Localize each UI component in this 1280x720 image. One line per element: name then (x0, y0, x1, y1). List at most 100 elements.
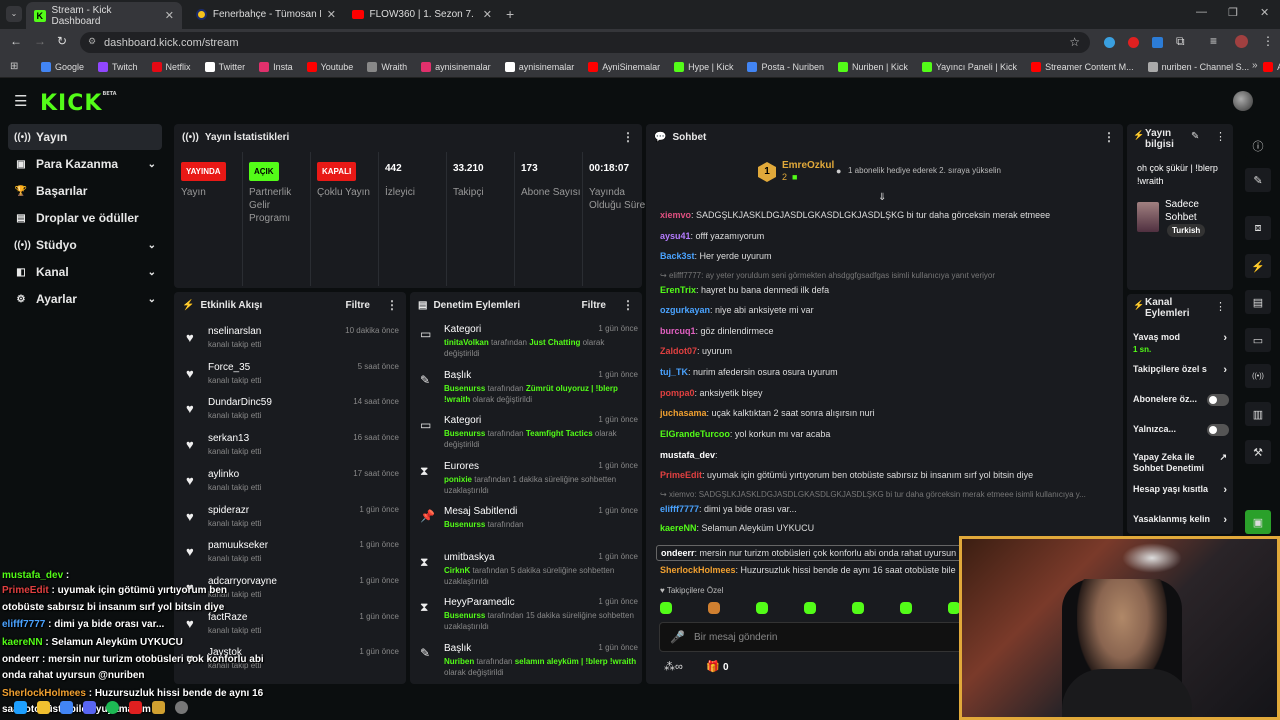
follower-name[interactable]: spiderazr (208, 505, 249, 516)
app-icon[interactable] (152, 700, 165, 714)
chevron-right-icon[interactable]: › (1223, 514, 1227, 526)
more-options-icon[interactable]: ⋮ (622, 130, 634, 144)
bookmark-star-icon[interactable]: ☆ (1069, 35, 1080, 49)
chat-message[interactable]: tuj_TK: nurim afedersin osura osura uyur… (660, 367, 838, 377)
list-item[interactable]: ♥ Force_35 kanalı takip etti 5 saat önce (184, 362, 399, 398)
follower-name[interactable]: aylinko (208, 469, 239, 480)
category-thumbnail[interactable] (1137, 202, 1159, 232)
sidebar-item[interactable]: ▤ Droplar ve ödüller (8, 205, 162, 231)
chat-message[interactable]: elifff7777: dimi ya bide orası var... (660, 504, 797, 514)
close-window-icon[interactable]: ✕ (1260, 6, 1269, 19)
chat-username[interactable]: ElGrandeTurcoo (660, 429, 730, 439)
chat-username[interactable]: elifff7777 (660, 504, 699, 514)
bookmark-item[interactable]: Youtube (300, 61, 361, 72)
url-field[interactable]: ⚙ dashboard.kick.com/stream ☆ (80, 32, 1090, 53)
layers-icon[interactable]: ▥ (1245, 402, 1271, 426)
chat-username[interactable]: burcuq1 (660, 326, 696, 336)
chat-message[interactable]: ErenTrix: hayret bu bana denmedi ilk def… (660, 285, 829, 295)
list-item[interactable]: ✎ Başlık 1 gün önce Busenurss tarafından Zü… (418, 370, 638, 416)
list-item[interactable]: ♥ nselinarslan kanalı takip etti 10 dakika … (184, 326, 399, 362)
more-options-icon[interactable]: ⋮ (622, 298, 634, 312)
minimize-icon[interactable]: — (1196, 6, 1207, 18)
chat-message[interactable]: ondeerr: mersin nur turizm otobüsleri ço… (656, 545, 962, 561)
chat-username[interactable]: ErenTrix (660, 285, 696, 295)
chat-username[interactable]: pompa0 (660, 388, 695, 398)
browser-menu-icon[interactable]: ⋮ (1262, 34, 1274, 48)
channel-action-row[interactable]: Yasaklanmış kelin › (1133, 514, 1229, 526)
channel-action-row[interactable]: Abonelere öz... (1133, 394, 1229, 406)
chat-message[interactable]: pompa0: anksiyetik bişey (660, 388, 763, 398)
bookmark-item[interactable]: Streamer Content M... (1024, 61, 1141, 72)
list-item[interactable]: ⧗ HeyyParamedic 1 gün önce Busenurss tarafı… (418, 597, 638, 643)
broadcast-icon[interactable]: ((•)) (1245, 364, 1271, 388)
tools-icon[interactable]: ⚒ (1245, 440, 1271, 464)
chat-message[interactable]: kaereNN: Selamun Aleyküm UYKUCU (660, 523, 814, 533)
chat-username[interactable]: Zaldot07 (660, 346, 697, 356)
chevron-right-icon[interactable]: › (1223, 364, 1227, 376)
bookmark-item[interactable]: Posta - Nuriben (740, 61, 831, 72)
chat-message[interactable]: Zaldot07: uyurum (660, 346, 732, 356)
moderator-name[interactable]: tinitaVolkan (444, 338, 489, 347)
kick-logo[interactable]: KICKBETA (40, 91, 117, 116)
apps-grid-icon[interactable]: ⊞ (10, 61, 18, 72)
moderator-name[interactable]: Busenurss (444, 611, 485, 620)
follower-name[interactable]: factRaze (208, 612, 247, 623)
tab-menu-button[interactable]: ⌄ (6, 6, 22, 22)
site-info-icon[interactable]: ⚙ (88, 36, 96, 47)
channel-action-row[interactable]: Yapay Zeka ile Sohbet Denetimi ↗ (1133, 452, 1229, 474)
list-item[interactable]: ⧗ umitbaskya 1 gün önce CirknK tarafından 5… (418, 552, 638, 598)
chevron-down-icon[interactable]: ⌄ (148, 240, 156, 251)
category-name[interactable]: Sadece Sohbet (1165, 198, 1227, 224)
chat-username[interactable]: ondeerr (661, 548, 695, 558)
list-item[interactable]: ▭ Kategori 1 gün önce Busenurss tarafından … (418, 415, 638, 461)
tab-close-icon[interactable]: ✕ (327, 8, 336, 21)
lightning-icon[interactable]: ⚡ (1245, 254, 1271, 278)
browser-icon[interactable] (60, 700, 73, 714)
external-link-icon[interactable]: ↗ (1219, 452, 1227, 463)
moderator-name[interactable]: Busenurss (444, 384, 485, 393)
bookmark-item[interactable]: Wraith (360, 61, 414, 72)
moderator-name[interactable]: ponixie (444, 475, 472, 484)
chevron-right-icon[interactable]: › (1223, 484, 1227, 496)
scroll-down-icon[interactable]: ⇓ (878, 192, 886, 203)
chevron-down-icon[interactable]: ⌄ (148, 294, 156, 305)
list-item[interactable]: ♥ serkan13 kanalı takip etti 16 saat önce (184, 433, 399, 469)
chat-username[interactable]: PrimeEdit (660, 470, 702, 480)
all-bookmarks-icon[interactable]: » (1252, 60, 1258, 71)
discord-icon[interactable] (83, 700, 96, 714)
browser-tab[interactable]: Fenerbahçe - Tümosan Konyaspor ✕ (188, 4, 344, 25)
more-options-icon[interactable]: ⋮ (1215, 130, 1226, 143)
list-item[interactable]: ♥ spiderazr kanalı takip etti 1 gün önce (184, 505, 399, 541)
chat-username[interactable]: kaereNN (660, 523, 697, 533)
bookmark-item[interactable]: Nuriben | Kick (831, 61, 915, 72)
chat-message[interactable]: burcuq1: göz dinlendirmece (660, 326, 774, 336)
moderator-name[interactable]: Busenurss (444, 520, 485, 529)
settings-icon[interactable] (175, 700, 188, 714)
bookmark-item[interactable]: Netflix (145, 61, 198, 72)
toggle-switch[interactable] (1207, 394, 1229, 406)
back-icon[interactable]: ← (10, 34, 22, 48)
list-item[interactable]: ⧗ Eurores 1 gün önce ponixie tarafından 1 d… (418, 461, 638, 507)
chat-username[interactable]: aysu41 (660, 231, 691, 241)
extension-icon[interactable] (1128, 37, 1139, 48)
file-explorer-icon[interactable] (37, 700, 50, 714)
filter-button[interactable]: Filtre (582, 300, 606, 311)
bookmark-item[interactable]: Twitch (91, 61, 145, 72)
chat-message[interactable]: Back3st: Her yerde uyurum (660, 251, 772, 261)
reading-list-icon[interactable]: ≡ (1210, 34, 1217, 48)
bookmark-item[interactable]: aynisinemalar (498, 61, 582, 72)
emote-icon[interactable] (708, 602, 720, 614)
list-item[interactable]: ♥ factRaze kanalı takip etti 1 gün önce (184, 612, 399, 648)
bookmark-item[interactable]: Hype | Kick (667, 61, 740, 72)
extensions-puzzle-icon[interactable]: ⧉ (1176, 34, 1185, 49)
bookmark-item[interactable]: Aynı Sinemalar - Ça... (1256, 61, 1280, 72)
list-item[interactable]: 📌 Mesaj Sabitlendi 1 gün önce Busenurss tar… (418, 506, 638, 552)
chat-username[interactable]: Back3st (660, 251, 695, 261)
document-icon[interactable]: ▤ (1245, 290, 1271, 314)
channel-action-row[interactable]: Takipçilere özel s › (1133, 364, 1229, 376)
bookmark-item[interactable]: AyniSinemalar (581, 61, 667, 72)
follower-name[interactable]: Force_35 (208, 362, 250, 373)
follower-name[interactable]: DundarDinc59 (208, 397, 272, 408)
chat-username[interactable]: tuj_TK (660, 367, 688, 377)
hamburger-menu-icon[interactable]: ☰ (14, 92, 27, 110)
